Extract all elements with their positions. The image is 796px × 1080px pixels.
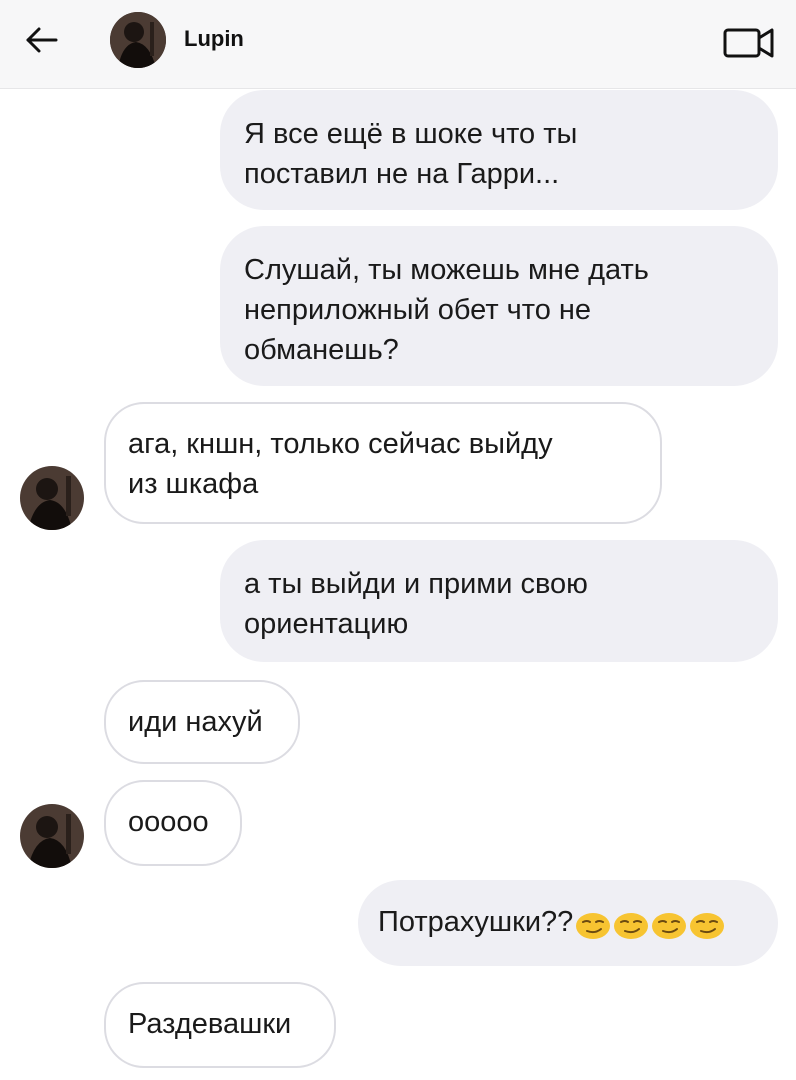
contact-avatar[interactable] — [20, 466, 84, 530]
smirk-emoji-icon — [690, 912, 725, 939]
message-line: Раздевашки — [128, 1008, 292, 1040]
message-line: ооооо — [128, 806, 209, 838]
video-call-button[interactable] — [722, 24, 776, 62]
message-line: Потрахушки?? — [378, 906, 574, 938]
avatar-image — [20, 804, 84, 868]
message-line: иди нахуй — [128, 706, 263, 738]
message-bubble-incoming[interactable]: ага, кншн, только сейчас выйду из шкафа — [104, 402, 662, 524]
arrow-left-icon — [26, 27, 58, 53]
video-camera-icon — [723, 28, 774, 58]
smirk-emoji-icon — [614, 912, 649, 939]
message-line: обманешь? — [244, 334, 399, 366]
emoji-row — [573, 903, 725, 943]
contact-name[interactable]: Lupin — [184, 26, 244, 52]
message-bubble-incoming[interactable]: иди нахуй — [104, 680, 300, 764]
message-bubble-outgoing[interactable]: Потрахушки?? — [358, 880, 778, 966]
message-bubble-outgoing[interactable]: а ты выйди и прими свою ориентацию — [220, 540, 778, 662]
smirk-emoji-icon — [576, 912, 611, 939]
message-bubble-incoming[interactable]: ооооо — [104, 780, 242, 866]
avatar-image — [20, 466, 84, 530]
message-line: неприложный обет что не — [244, 294, 592, 326]
message-line: ага, кншн, только сейчас выйду — [128, 428, 553, 460]
message-line: Слушай, ты можешь мне дать — [244, 254, 649, 286]
contact-avatar[interactable] — [20, 804, 84, 868]
message-line: поставил не на Гарри... — [244, 158, 560, 190]
back-button[interactable] — [22, 20, 62, 60]
message-bubble-outgoing[interactable]: Слушай, ты можешь мне дать неприложный о… — [220, 226, 778, 386]
message-line: Я все ещё в шоке что ты — [244, 118, 578, 150]
message-bubble-outgoing[interactable]: Я все ещё в шоке что ты поставил не на Г… — [220, 90, 778, 210]
message-bubble-incoming[interactable]: Раздевашки — [104, 982, 336, 1068]
message-line: из шкафа — [128, 468, 259, 500]
avatar-image — [110, 12, 166, 68]
smirk-emoji-icon — [652, 912, 687, 939]
message-line: ориентацию — [244, 608, 409, 640]
contact-avatar[interactable] — [110, 12, 166, 68]
chat-header: Lupin — [0, 0, 796, 89]
message-line: а ты выйди и прими свою — [244, 568, 588, 600]
